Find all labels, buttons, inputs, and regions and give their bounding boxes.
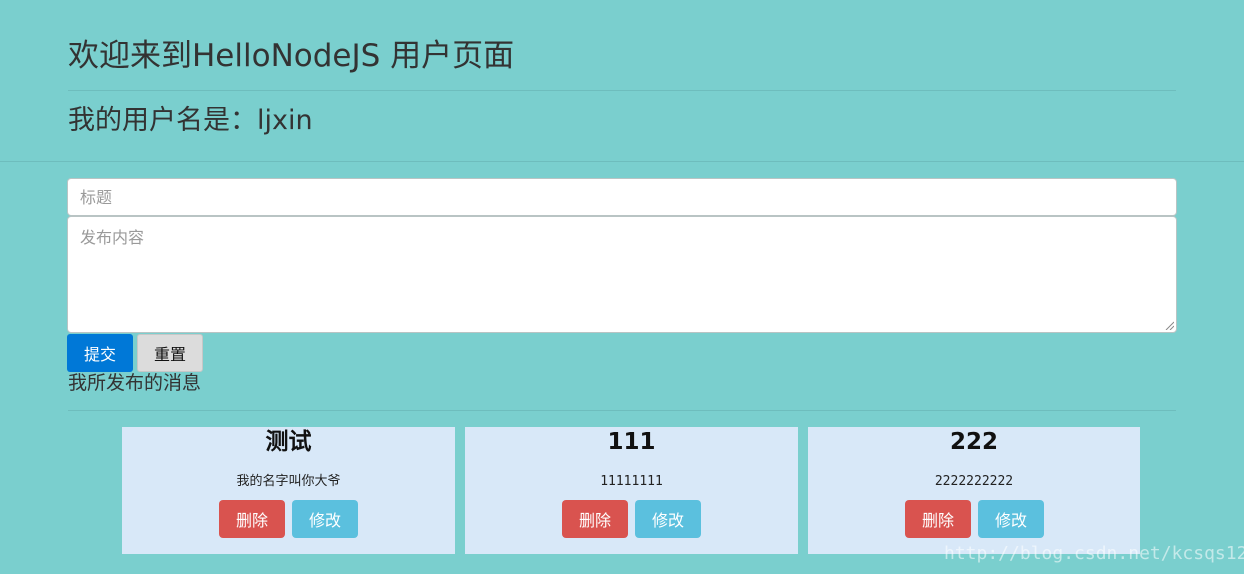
reset-button[interactable]: 重置: [137, 334, 203, 372]
message-content: 我的名字叫你大爷: [236, 474, 341, 489]
message-card: 测试 我的名字叫你大爷 删除 修改: [122, 427, 455, 554]
page-title: 欢迎来到HelloNodeJS 用户页面: [68, 38, 515, 74]
edit-button[interactable]: 修改: [292, 500, 358, 538]
content-textarea[interactable]: [67, 216, 1177, 333]
divider: [0, 161, 1244, 162]
edit-button[interactable]: 修改: [635, 500, 701, 538]
message-card: 222 2222222222 删除 修改: [808, 427, 1140, 554]
watermark: http://blog.csdn.net/kcsqs123: [944, 543, 1244, 564]
message-title: 111: [607, 429, 656, 455]
delete-button[interactable]: 删除: [219, 500, 285, 538]
delete-button[interactable]: 删除: [905, 500, 971, 538]
submit-button[interactable]: 提交: [67, 334, 133, 372]
message-title: 测试: [265, 429, 312, 455]
message-content: 2222222222: [934, 474, 1014, 489]
username-label: 我的用户名是：ljxin: [68, 105, 313, 136]
edit-button[interactable]: 修改: [978, 500, 1044, 538]
title-input[interactable]: [67, 178, 1177, 216]
divider: [68, 410, 1176, 411]
my-messages-heading: 我所发布的消息: [68, 372, 202, 394]
message-title: 222: [949, 429, 998, 455]
divider: [68, 90, 1176, 91]
message-card: 111 11111111 删除 修改: [465, 427, 798, 554]
delete-button[interactable]: 删除: [562, 500, 628, 538]
message-content: 11111111: [600, 474, 663, 489]
resize-grip-icon[interactable]: [1164, 320, 1174, 330]
